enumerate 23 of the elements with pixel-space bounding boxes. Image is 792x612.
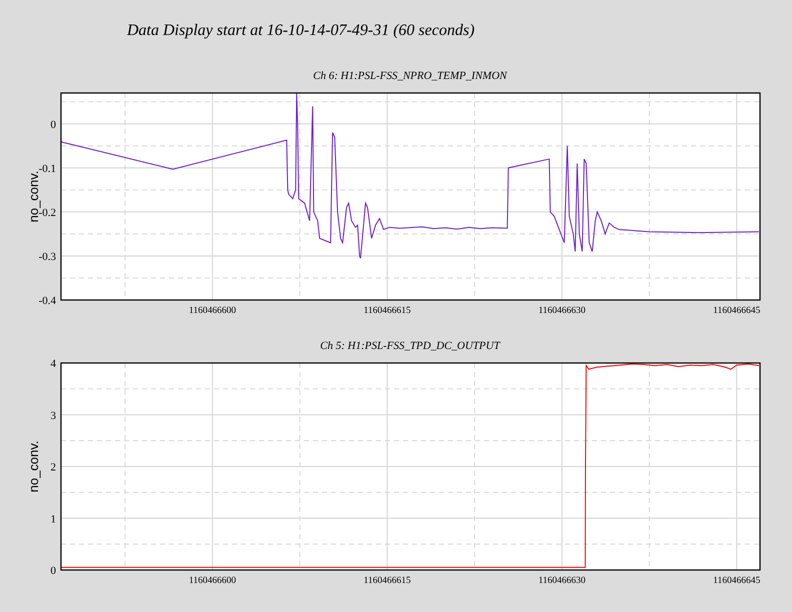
page-title: Data Display start at 16-10-14-07-49-31 (60 seconds): [127, 22, 475, 39]
tick-label: 3: [50, 410, 56, 422]
tick-label: 1160466615: [364, 306, 411, 316]
tick-label: 0: [50, 565, 56, 577]
tick-label: -0.3: [38, 250, 56, 263]
tick-label: 1160466630: [538, 576, 586, 586]
tick-label: 4: [50, 358, 56, 370]
tick-label: 1160466645: [713, 576, 760, 586]
tick-label: 1160466630: [538, 306, 586, 316]
tick-label: 0: [50, 118, 56, 131]
tick-label: 1160466600: [188, 576, 236, 586]
tick-label: 2: [50, 462, 56, 474]
tick-label: -0.2: [38, 206, 56, 219]
tick-label: 1: [50, 513, 56, 526]
axis-label: no_conv.: [26, 440, 41, 492]
tick-label: -0.4: [38, 295, 56, 307]
tick-label: 1160466615: [364, 576, 411, 586]
tick-label: 1160466600: [188, 306, 236, 316]
chart-title: Ch 5: H1:PSL-FSS_TPD_DC_OUTPUT: [320, 340, 500, 352]
axis-label: no_conv.: [26, 170, 41, 222]
chart-title: Ch 6: H1:PSL-FSS_NPRO_TEMP_INMON: [313, 70, 507, 82]
tick-label: -0.1: [38, 162, 56, 175]
tick-label: 1160466645: [713, 306, 760, 316]
